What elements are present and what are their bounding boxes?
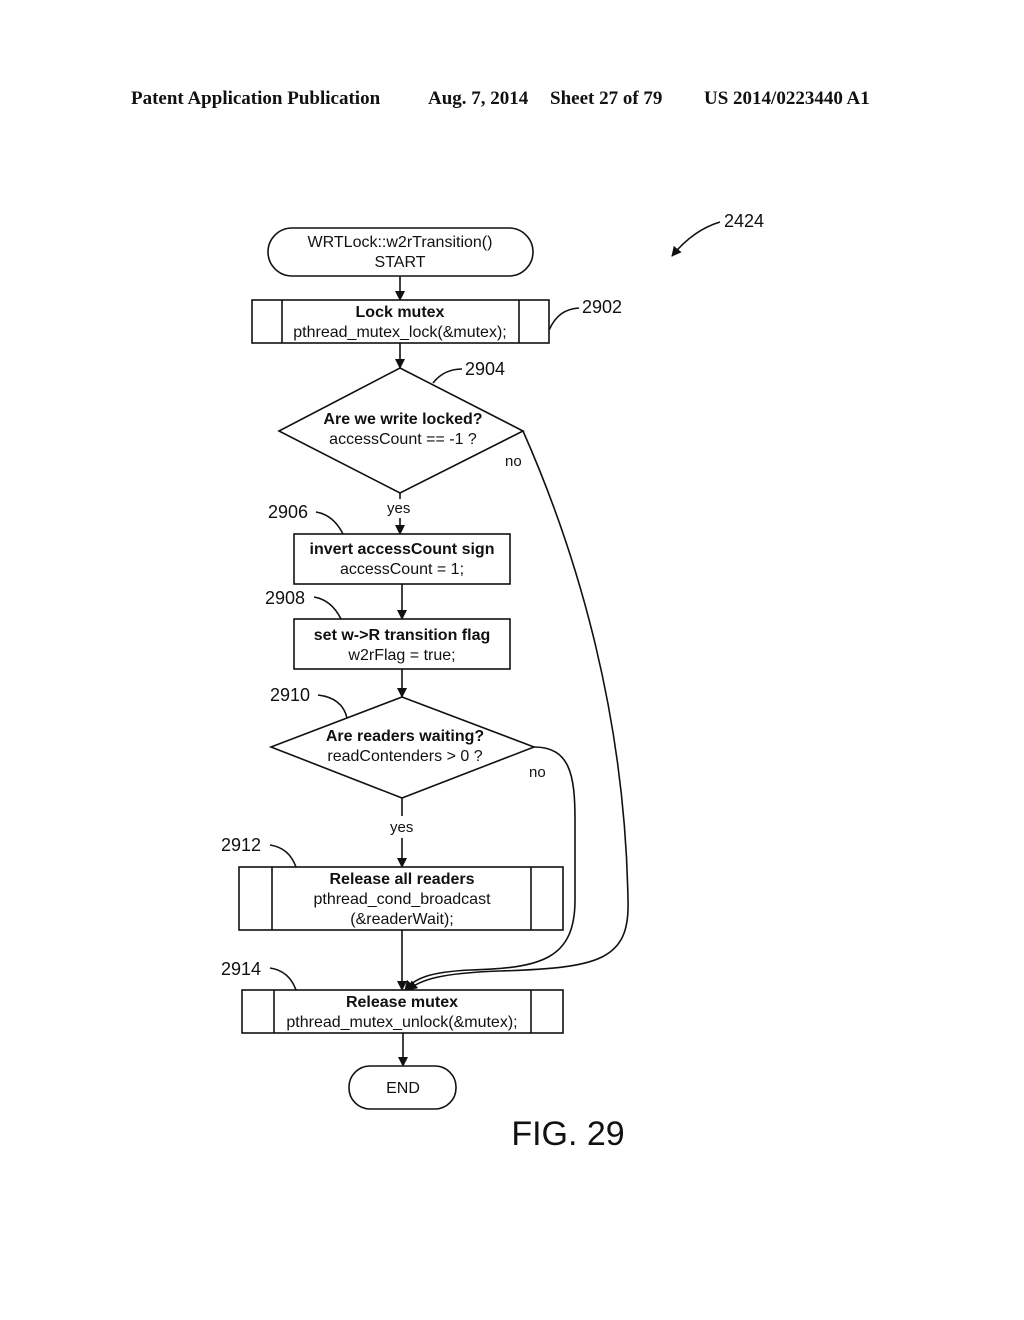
lock-mutex-title: Lock mutex xyxy=(356,304,445,321)
ref-arrow-icon xyxy=(671,221,721,257)
start-terminal: WRTLock::w2rTransition() START xyxy=(267,227,534,277)
ref-2902: 2902 xyxy=(582,297,622,317)
edge-label-yes-2: yes xyxy=(390,819,413,836)
release-readers-code1: pthread_cond_broadcast xyxy=(313,891,491,908)
ref-2914: 2914 xyxy=(221,959,261,979)
lock-mutex-process: Lock mutex pthread_mutex_lock(&mutex); 2… xyxy=(251,297,622,344)
invert-code: accessCount = 1; xyxy=(340,561,464,578)
figure-label: FIG. 29 xyxy=(511,1115,624,1153)
ref-2912: 2912 xyxy=(221,835,261,855)
set-flag-code: w2rFlag = true; xyxy=(347,647,455,664)
readers-waiting-title: Are readers waiting? xyxy=(326,728,484,745)
edge-label-yes-1: yes xyxy=(387,500,410,517)
ref-2904: 2904 xyxy=(465,359,505,379)
end-label: END xyxy=(386,1080,420,1097)
write-locked-title: Are we write locked? xyxy=(323,411,482,428)
write-locked-code: accessCount == -1 ? xyxy=(329,431,477,448)
release-readers-title: Release all readers xyxy=(330,871,475,888)
release-readers-code2: (&readerWait); xyxy=(350,911,453,928)
edge-label-no-1: no xyxy=(505,453,522,470)
ref-2908: 2908 xyxy=(265,588,305,608)
readers-waiting-code: readContenders > 0 ? xyxy=(327,748,482,765)
ref-2906: 2906 xyxy=(268,502,308,522)
start-line2: START xyxy=(375,254,426,271)
set-flag-title: set w->R transition flag xyxy=(314,627,490,644)
edge-label-no-2: no xyxy=(529,764,546,781)
figure-ref-label: 2424 xyxy=(724,211,764,231)
start-line1: WRTLock::w2rTransition() xyxy=(308,234,493,251)
invert-title: invert accessCount sign xyxy=(310,541,495,558)
set-flag-process: set w->R transition flag w2rFlag = true;… xyxy=(265,588,511,670)
end-terminal: END xyxy=(348,1065,457,1110)
ref-2910: 2910 xyxy=(270,685,310,705)
write-locked-decision: Are we write locked? accessCount == -1 ?… xyxy=(277,359,525,494)
flowchart: 2424 WRTLock::w2rTransition() START Lock… xyxy=(221,211,764,1153)
release-mutex-code: pthread_mutex_unlock(&mutex); xyxy=(286,1014,517,1031)
release-readers-process: Release all readers pthread_cond_broadca… xyxy=(221,835,564,931)
figure-ref-2424: 2424 xyxy=(671,211,764,257)
release-mutex-title: Release mutex xyxy=(346,994,458,1011)
readers-waiting-decision: Are readers waiting? readContenders > 0 … xyxy=(268,685,537,799)
lock-mutex-code: pthread_mutex_lock(&mutex); xyxy=(293,324,506,341)
